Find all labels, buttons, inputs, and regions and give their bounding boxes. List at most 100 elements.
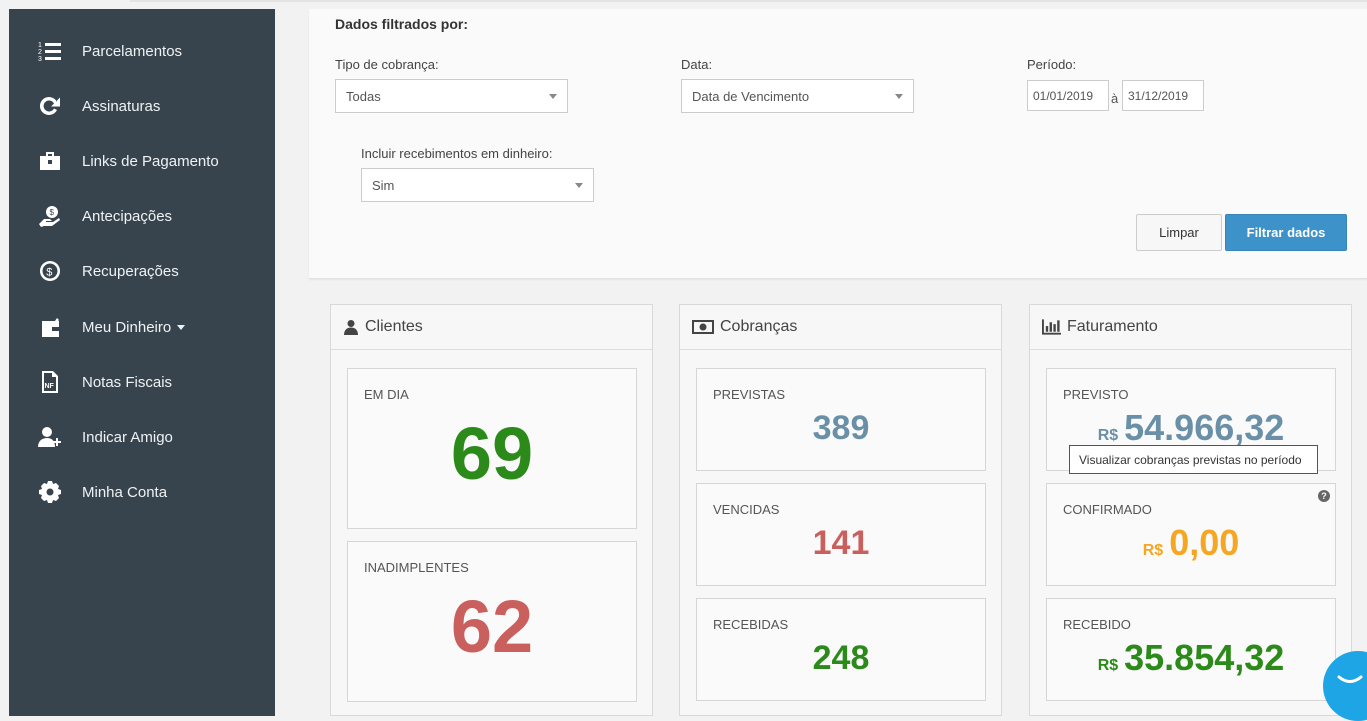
inadimplentes-label: INADIMPLENTES xyxy=(364,560,469,575)
help-icon[interactable]: ? xyxy=(1318,490,1330,502)
em-dia-value: 69 xyxy=(450,412,534,495)
sidebar-item-label: Parcelamentos xyxy=(82,42,183,60)
previstas-label: PREVISTAS xyxy=(713,387,786,402)
data-select[interactable]: Data de Vencimento xyxy=(681,79,914,113)
svg-text:$: $ xyxy=(46,267,52,279)
sidebar-item-label: Links de Pagamento xyxy=(82,152,219,170)
chat-icon xyxy=(1337,675,1363,683)
recebidas-value: 248 xyxy=(812,639,870,677)
recebido-box[interactable]: RECEBIDO R$ 35.854,32 xyxy=(1046,598,1336,701)
sidebar-item-recuperacoes[interactable]: $ Recuperações xyxy=(9,251,275,291)
svg-text:$: $ xyxy=(50,208,55,217)
inadimplentes-value: 62 xyxy=(450,585,534,668)
faturamento-card: Faturamento PREVISTO R$ 54.966,32 ? CONF… xyxy=(1029,304,1352,716)
money-bill-icon xyxy=(692,320,714,334)
filter-title: Dados filtrados por: xyxy=(335,16,469,32)
previstas-value: 389 xyxy=(812,409,870,447)
chevron-down-icon xyxy=(895,94,903,99)
dinheiro-label: Incluir recebimentos em dinheiro: xyxy=(361,146,553,161)
currency-symbol: R$ xyxy=(1097,427,1119,444)
tipo-cobranca-select[interactable]: Todas xyxy=(335,79,568,113)
recebido-label: RECEBIDO xyxy=(1063,617,1131,632)
sidebar-item-notas-fiscais[interactable]: NF Notas Fiscais xyxy=(9,362,275,402)
currency-symbol: R$ xyxy=(1142,542,1164,559)
data-label: Data: xyxy=(681,57,713,72)
em-dia-box[interactable]: EM DIA 69 xyxy=(347,368,637,529)
tipo-cobranca-value: Todas xyxy=(346,88,381,104)
user-icon xyxy=(344,320,358,335)
vencidas-value: 141 xyxy=(812,524,870,562)
sidebar-item-indicar-amigo[interactable]: Indicar Amigo xyxy=(9,417,275,457)
dollar-circle-icon: $ xyxy=(37,258,63,284)
sidebar-item-label: Assinaturas xyxy=(82,97,161,115)
sidebar-item-minha-conta[interactable]: Minha Conta xyxy=(9,472,275,512)
previstas-box[interactable]: PREVISTAS 389 xyxy=(696,368,986,471)
sidebar-item-label: Notas Fiscais xyxy=(82,373,173,391)
clientes-card: Clientes EM DIA 69 INADIMPLENTES 62 xyxy=(330,304,653,716)
vencidas-label: VENCIDAS xyxy=(713,502,780,517)
recebido-value: 35.854,32 xyxy=(1124,637,1285,678)
confirmado-label: CONFIRMADO xyxy=(1063,502,1152,517)
sidebar: 123 Parcelamentos Assinaturas Links de P… xyxy=(9,9,275,716)
previsto-amount: R$ 54.966,32 xyxy=(1047,407,1335,449)
periodo-separator: à xyxy=(1111,91,1119,106)
sidebar-item-label-text: Meu Dinheiro xyxy=(82,318,172,336)
vencidas-box[interactable]: VENCIDAS 141 xyxy=(696,483,986,586)
data-value: Data de Vencimento xyxy=(692,88,810,104)
previstas-tooltip: Visualizar cobranças previstas no períod… xyxy=(1069,445,1318,474)
sidebar-item-meu-dinheiro[interactable]: Meu Dinheiro xyxy=(9,307,275,347)
periodo-end-input[interactable]: 31/12/2019 xyxy=(1122,80,1204,111)
cobrancas-title: Cobranças xyxy=(720,318,798,335)
sidebar-item-label: Indicar Amigo xyxy=(82,428,173,446)
svg-text:3: 3 xyxy=(38,56,42,63)
sidebar-item-label: Antecipações xyxy=(82,207,173,225)
recebido-amount: R$ 35.854,32 xyxy=(1047,637,1335,679)
tipo-cobranca-label: Tipo de cobrança: xyxy=(335,57,439,72)
svg-text:NF: NF xyxy=(45,383,55,390)
sidebar-item-label: Meu Dinheiro xyxy=(82,318,186,336)
currency-symbol: R$ xyxy=(1097,657,1119,674)
sidebar-item-links-de-pagamento[interactable]: Links de Pagamento xyxy=(9,141,275,181)
em-dia-label: EM DIA xyxy=(364,387,409,402)
chevron-down-icon xyxy=(549,94,557,99)
sidebar-item-parcelamentos[interactable]: 123 Parcelamentos xyxy=(9,31,275,71)
bar-chart-icon xyxy=(1042,319,1061,335)
cobrancas-header: Cobranças xyxy=(680,305,1001,350)
dinheiro-select[interactable]: Sim xyxy=(361,168,594,202)
faturamento-header: Faturamento xyxy=(1030,305,1351,350)
clientes-header: Clientes xyxy=(331,305,652,350)
refresh-icon xyxy=(37,93,63,119)
sidebar-item-label: Minha Conta xyxy=(82,483,168,501)
gear-icon xyxy=(37,479,63,505)
svg-text:2: 2 xyxy=(38,49,42,56)
recebidas-label: RECEBIDAS xyxy=(713,617,789,632)
user-plus-icon xyxy=(37,424,63,450)
filter-panel: Dados filtrados por: Tipo de cobrança: T… xyxy=(309,9,1367,279)
sidebar-item-assinaturas[interactable]: Assinaturas xyxy=(9,86,275,126)
hand-money-icon: $ xyxy=(37,203,63,229)
previsto-value: 54.966,32 xyxy=(1124,407,1285,448)
sidebar-item-antecipacoes[interactable]: $ Antecipações xyxy=(9,196,275,236)
list-numbered-icon: 123 xyxy=(37,38,63,64)
filter-button[interactable]: Filtrar dados xyxy=(1225,214,1347,251)
wallet-icon xyxy=(37,314,63,340)
previsto-label: PREVISTO xyxy=(1063,387,1129,402)
sidebar-item-label: Recuperações xyxy=(82,262,179,280)
clear-button[interactable]: Limpar xyxy=(1136,214,1222,251)
periodo-label: Período: xyxy=(1027,57,1077,72)
invoice-icon: NF xyxy=(37,369,63,395)
svg-text:1: 1 xyxy=(38,42,42,49)
confirmado-box[interactable]: ? CONFIRMADO R$ 0,00 xyxy=(1046,483,1336,586)
chevron-down-icon xyxy=(177,325,186,331)
clientes-title: Clientes xyxy=(365,318,423,335)
periodo-start-input[interactable]: 01/01/2019 xyxy=(1027,80,1109,111)
recebidas-box[interactable]: RECEBIDAS 248 xyxy=(696,598,986,701)
cobrancas-card: Cobranças PREVISTAS 389 VENCIDAS 141 REC… xyxy=(679,304,1002,716)
confirmado-value: 0,00 xyxy=(1169,522,1240,563)
briefcase-icon xyxy=(37,148,63,174)
top-divider xyxy=(130,0,1367,2)
chevron-down-icon xyxy=(575,183,583,188)
confirmado-amount: R$ 0,00 xyxy=(1047,522,1335,564)
inadimplentes-box[interactable]: INADIMPLENTES 62 xyxy=(347,541,637,702)
dinheiro-value: Sim xyxy=(372,177,395,193)
